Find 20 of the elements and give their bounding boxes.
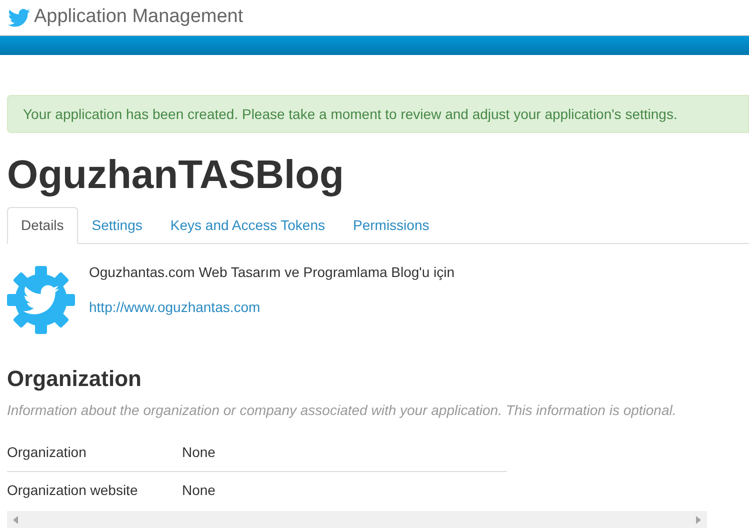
horizontal-scrollbar[interactable] [7,511,707,528]
section-note: Information about the organization or company associated with your application. This information is optional. [7,401,676,420]
app-title: Application Management [34,5,244,30]
field-label: Organization website [7,481,139,500]
success-alert: Your application has been created. Please take a moment to review and adjust your application's settings. [7,95,749,133]
scroll-right-icon[interactable] [696,516,701,524]
scroll-left-icon[interactable] [13,516,18,524]
app-url-link[interactable]: http://www.oguzhantas.com [89,297,260,318]
gear-bird-logo-icon [7,266,75,334]
tab[interactable]: Settings [78,207,156,243]
bird-icon [8,8,30,28]
tab[interactable]: Permissions [339,207,444,243]
tab[interactable]: Keys and Access Tokens [156,207,339,243]
field-value: None [182,481,216,500]
tab[interactable]: Details [7,207,78,244]
app-description: Oguzhantas.com Web Tasarım ve Programlama Blog'u için [89,263,455,282]
app-name: OguzhanTASBlog [7,152,344,199]
field-value: None [182,442,216,462]
field-label: Organization [7,442,88,462]
section-heading: Organization [7,365,142,393]
